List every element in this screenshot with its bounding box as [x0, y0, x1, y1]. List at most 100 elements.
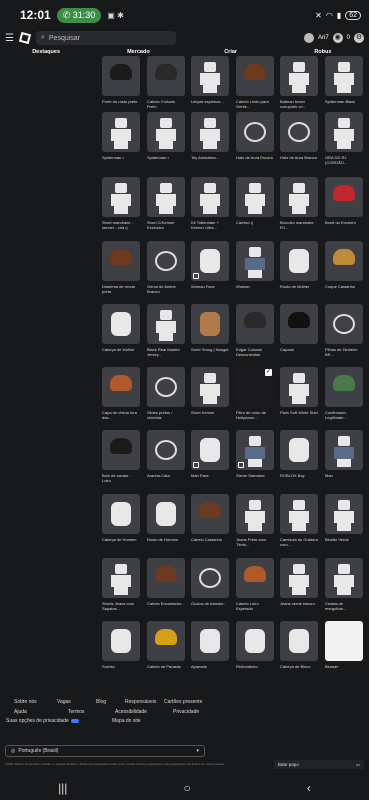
item-thumbnail[interactable]: [325, 430, 363, 470]
item-card[interactable]: Slides pretos / chinelas: [147, 367, 185, 420]
item-card[interactable]: Pilhas de Dinheiro BR...: [325, 304, 363, 357]
item-card[interactable]: Óculos de Aviador...: [191, 558, 229, 611]
item-thumbnail[interactable]: [102, 177, 140, 217]
item-card[interactable]: Plain Soft White Shirt: [280, 367, 318, 420]
item-thumbnail[interactable]: [191, 304, 229, 344]
item-thumbnail[interactable]: [191, 241, 229, 281]
footer-link-acessibilidade[interactable]: Acessibilidade: [115, 709, 147, 715]
item-thumbnail[interactable]: [325, 241, 363, 281]
item-card[interactable]: Jeans Preto com Tênis...: [236, 494, 274, 547]
item-card[interactable]: Cabelo Curtado Preto: [147, 56, 185, 109]
item-thumbnail[interactable]: [280, 621, 318, 661]
back-icon[interactable]: ‹: [307, 781, 311, 795]
item-thumbnail[interactable]: [191, 177, 229, 217]
item-card[interactable]: Tey Animation...: [191, 112, 229, 165]
item-card[interactable]: Blusão Verde: [325, 494, 363, 547]
item-thumbnail[interactable]: [325, 621, 363, 661]
call-pill[interactable]: ✆ 31:30: [56, 7, 102, 23]
item-thumbnail[interactable]: [280, 430, 318, 470]
item-thumbnail[interactable]: [147, 430, 185, 470]
item-thumbnail[interactable]: [236, 241, 274, 281]
item-thumbnail[interactable]: [147, 494, 185, 534]
item-thumbnail[interactable]: [147, 621, 185, 661]
item-thumbnail[interactable]: [236, 177, 274, 217]
username[interactable]: Ari7: [318, 35, 329, 41]
item-card[interactable]: Camiso rj: [236, 177, 274, 230]
tab-destaques[interactable]: Destaques: [0, 49, 92, 55]
item-thumbnail[interactable]: [102, 558, 140, 598]
item-thumbnail[interactable]: [147, 112, 185, 152]
item-thumbnail[interactable]: [280, 177, 318, 217]
settings-icon[interactable]: ⚙: [354, 33, 364, 43]
item-card[interactable]: Woman Face: [191, 241, 229, 294]
item-card[interactable]: Halo de Aura Branco: [280, 112, 318, 165]
item-thumbnail[interactable]: [280, 367, 318, 407]
item-thumbnail[interactable]: [325, 56, 363, 96]
item-card[interactable]: Gema de Anime Branco: [147, 241, 185, 294]
item-card[interactable]: Sorrir Smug | Naugut: [191, 304, 229, 357]
footer-link-ajuda[interactable]: Ajuda: [14, 709, 27, 715]
item-thumbnail[interactable]: [236, 56, 274, 96]
item-card[interactable]: Cabelo Loiro Espetado: [236, 558, 274, 611]
item-card[interactable]: Cestas de mergulhar...: [325, 558, 363, 611]
item-thumbnail[interactable]: [147, 558, 185, 598]
footer-link-responsaveis[interactable]: Responsáveis: [125, 699, 156, 705]
item-card[interactable]: Spiderman •: [102, 112, 140, 165]
item-card[interactable]: Coque Castanho: [325, 241, 363, 294]
item-thumbnail[interactable]: [102, 241, 140, 281]
search-bar[interactable]: ⌕ Pesquisar: [35, 31, 176, 45]
item-card[interactable]: Stevie Standard: [236, 430, 274, 483]
item-card[interactable]: Short Kenner: [191, 367, 229, 420]
privacy-toggle-icon[interactable]: [70, 718, 79, 723]
menu-icon[interactable]: ☰: [5, 33, 14, 44]
item-card[interactable]: Woman: [236, 241, 274, 294]
item-card[interactable]: Brocoito mandrake RJ...: [280, 177, 318, 230]
item-thumbnail[interactable]: [236, 494, 274, 534]
item-card[interactable]: Capa de chima fora das...: [102, 367, 140, 420]
item-thumbnail[interactable]: [325, 494, 363, 534]
footer-link-cartoes[interactable]: Cartões presente: [164, 699, 202, 705]
item-thumbnail[interactable]: [147, 367, 185, 407]
item-thumbnail[interactable]: [191, 112, 229, 152]
avatar[interactable]: [303, 33, 314, 43]
item-thumbnail[interactable]: [147, 241, 185, 281]
item-thumbnail[interactable]: [191, 558, 229, 598]
item-card[interactable]: Rosto de Homem: [147, 494, 185, 547]
item-card[interactable]: Redondinho: [236, 621, 274, 674]
item-card[interactable]: Diadema de renda preta: [102, 241, 140, 294]
item-card[interactable]: ORA DD RJ (CORDÃO...: [325, 112, 363, 165]
item-card[interactable]: ROBLOX Boy: [280, 430, 318, 483]
item-thumbnail[interactable]: [236, 112, 274, 152]
item-card[interactable]: Bolo de cavalo - Loiro: [102, 430, 140, 483]
item-card[interactable]: Kit Tottenham + Kenner Ultra...: [191, 177, 229, 230]
item-card[interactable]: ✓ Filtro de rosto de Hollywoon...: [236, 367, 274, 420]
item-thumbnail[interactable]: [325, 304, 363, 344]
footer-link-termos[interactable]: Termos: [68, 709, 84, 715]
item-thumbnail[interactable]: [147, 304, 185, 344]
item-card[interactable]: Cabelo Castanho: [191, 494, 229, 547]
recents-icon[interactable]: |||: [58, 781, 67, 795]
item-card[interactable]: Man Face: [191, 430, 229, 483]
item-thumbnail[interactable]: [191, 621, 229, 661]
item-card[interactable]: Sorriso: [102, 621, 140, 674]
item-thumbnail[interactable]: [280, 558, 318, 598]
item-card[interactable]: Spiderman •: [147, 112, 185, 165]
item-thumbnail[interactable]: [102, 367, 140, 407]
item-thumbnail[interactable]: [102, 112, 140, 152]
item-thumbnail[interactable]: [325, 367, 363, 407]
item-thumbnail[interactable]: [147, 177, 185, 217]
tab-mercado[interactable]: Mercado: [92, 49, 184, 55]
robux-icon[interactable]: ◉: [332, 33, 343, 43]
item-card[interactable]: Short mandrake - kenner - cria rj: [102, 177, 140, 230]
item-card[interactable]: Batman boxer cueupinto cri...: [280, 56, 318, 109]
item-thumbnail[interactable]: [102, 304, 140, 344]
item-card[interactable]: Cabelo Lindo para Gente...: [236, 56, 274, 109]
item-thumbnail[interactable]: [236, 558, 274, 598]
item-thumbnail[interactable]: [102, 494, 140, 534]
tab-criar[interactable]: Criar: [185, 49, 277, 55]
item-thumbnail[interactable]: [191, 56, 229, 96]
item-thumbnail[interactable]: [280, 112, 318, 152]
item-thumbnail[interactable]: [191, 430, 229, 470]
item-thumbnail[interactable]: [325, 177, 363, 217]
item-thumbnail[interactable]: [280, 241, 318, 281]
